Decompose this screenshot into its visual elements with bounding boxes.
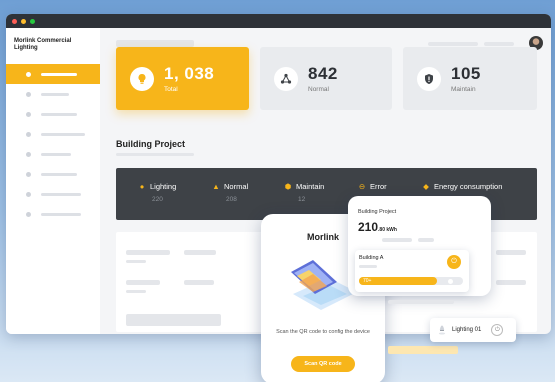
table-cell-placeholder [126, 290, 146, 293]
section-subtitle-placeholder [116, 153, 194, 156]
header-placeholder [116, 40, 194, 47]
scan-qr-button[interactable]: Scan QR code [291, 356, 355, 372]
sidebar-item-4[interactable] [6, 124, 100, 144]
table-cell-placeholder [496, 250, 526, 255]
summary-energy[interactable]: ◆ Energy consumption [422, 182, 502, 191]
bullet-icon [26, 111, 31, 117]
table-cell-placeholder [496, 280, 526, 285]
card-placeholder [388, 300, 454, 304]
header-placeholder [428, 42, 478, 46]
table-cell-placeholder [184, 280, 214, 285]
shield-alert-icon [417, 66, 441, 91]
sidebar-item-2[interactable] [6, 84, 100, 104]
nav-placeholder [41, 72, 77, 76]
bullet-icon [26, 91, 31, 97]
table-cell-placeholder [184, 250, 216, 255]
bullet-icon [26, 71, 31, 77]
project-card-label: Building Project [358, 209, 397, 215]
stat-card-maintain[interactable]: 105 Maintain [403, 47, 537, 110]
table-cell-placeholder [126, 260, 146, 263]
bullet-icon [26, 131, 31, 137]
summary-error[interactable]: ⊖ Error [358, 182, 387, 191]
brightness-slider[interactable]: 70+ [359, 277, 463, 285]
lamp-icon [438, 325, 446, 335]
error-icon: ⊖ [358, 182, 366, 191]
stat-total-value: 1, 038 [164, 64, 215, 83]
nav-placeholder [41, 152, 71, 156]
nav-placeholder [41, 212, 81, 216]
bullet-icon [26, 171, 31, 177]
lighting-01-label: Lighting 01 [452, 327, 482, 333]
shield-alert-icon: ⬢ [284, 182, 292, 191]
stat-card-total[interactable]: 1, 038 Total [116, 47, 249, 110]
building-a-control: Building A ⏻ 70+ [355, 250, 469, 292]
energy-value: 210 [358, 220, 379, 234]
header-placeholder [484, 42, 514, 46]
table-cell-placeholder [126, 314, 221, 326]
bullet-icon [26, 151, 31, 157]
summary-lighting-value: 220 [152, 196, 163, 203]
building-a-label: Building A [359, 255, 384, 261]
sidebar-item-6[interactable] [6, 164, 100, 184]
summary-energy-label: Energy consumption [434, 182, 503, 191]
sidebar-item-5[interactable] [6, 144, 100, 164]
lightbulb-icon: ● [139, 182, 145, 191]
stat-maintain-value: 105 [451, 64, 481, 83]
minimize-window-dot[interactable] [21, 18, 26, 24]
network-icon: ▲ [212, 182, 220, 191]
summary-normal-value: 208 [226, 196, 237, 203]
sidebar-item-8[interactable] [6, 204, 100, 224]
slider-value: 70+ [363, 278, 372, 284]
nav-placeholder [41, 172, 77, 176]
card-placeholder [382, 238, 412, 242]
stat-normal-label: Normal [308, 86, 329, 93]
nav-placeholder [41, 92, 69, 96]
summary-maintain-label: Maintain [296, 182, 325, 191]
sidebar-item-1[interactable] [6, 64, 100, 84]
nav-placeholder [41, 132, 85, 136]
nav-placeholder [41, 112, 77, 116]
power-icon[interactable]: ⏻ [447, 255, 461, 269]
stat-total-label: Total [164, 86, 178, 93]
table-cell-placeholder [126, 280, 160, 285]
stat-card-normal[interactable]: 842 Normal [260, 47, 392, 110]
sidebar-nav [6, 64, 100, 224]
summary-lighting[interactable]: ● Lighting 220 [138, 182, 177, 203]
section-title: Building Project [116, 139, 186, 149]
summary-maintain[interactable]: ⬢ Maintain 12 [284, 182, 325, 203]
project-card-value: 210.80 kWh [358, 220, 397, 234]
close-window-dot[interactable] [12, 18, 17, 24]
nav-placeholder [41, 192, 81, 196]
network-icon [274, 66, 298, 91]
lighting-01-card[interactable]: Lighting 01 ⏻ [430, 318, 516, 342]
brand-name: Morlink Commercial Lighting [14, 38, 72, 51]
power-icon[interactable]: ⏻ [491, 324, 504, 336]
title-bar [6, 14, 551, 28]
stat-normal-value: 842 [308, 64, 338, 83]
summary-error-label: Error [370, 182, 387, 191]
sidebar: Morlink Commercial Lighting [6, 28, 100, 334]
table-cell-placeholder [126, 250, 170, 255]
summary-normal[interactable]: ▲ Normal 208 [212, 182, 248, 203]
stat-maintain-label: Maintain [451, 86, 476, 93]
lightbulb-icon [130, 66, 154, 91]
sidebar-item-7[interactable] [6, 184, 100, 204]
summary-normal-label: Normal [224, 182, 249, 191]
phone-message: Scan the QR code to config the device [276, 329, 370, 335]
card-placeholder [418, 238, 434, 242]
energy-unit: .80 kWh [378, 227, 397, 233]
bullet-icon [26, 211, 31, 217]
card-placeholder [359, 265, 377, 268]
energy-icon: ◆ [423, 182, 429, 191]
summary-lighting-label: Lighting [150, 182, 177, 191]
maximize-window-dot[interactable] [30, 18, 35, 24]
bullet-icon [26, 191, 31, 197]
summary-maintain-value: 12 [298, 196, 306, 203]
sidebar-item-3[interactable] [6, 104, 100, 124]
card-placeholder [388, 346, 458, 354]
slider-knob[interactable] [448, 278, 453, 284]
